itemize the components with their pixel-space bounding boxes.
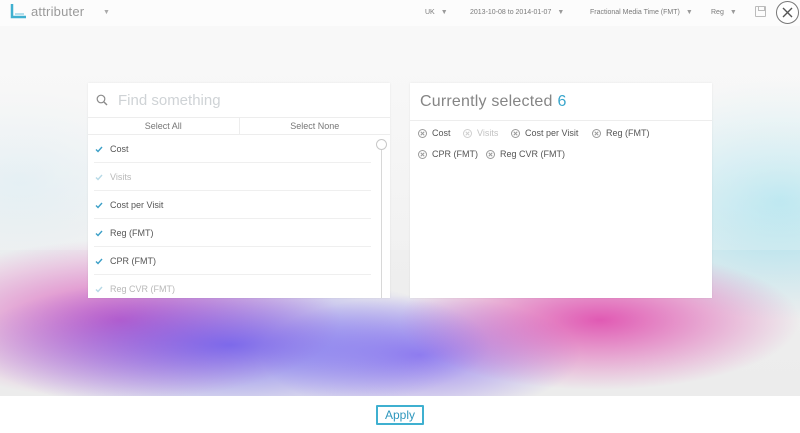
list-item[interactable]: Reg (FMT) (88, 219, 371, 247)
attributer-logo-icon (10, 4, 26, 19)
remove-icon[interactable] (418, 128, 427, 138)
chevron-down-icon: ▼ (557, 9, 565, 16)
list-item[interactable]: Cost (88, 135, 371, 163)
save-icon[interactable] (755, 6, 766, 17)
date-range-dropdown[interactable]: 2013-10-08 to 2014-01-07 ▼ (470, 9, 564, 16)
chevron-down-icon: ▼ (729, 9, 737, 16)
logo: attributer (10, 3, 84, 19)
model-value: Fractional Media Time (FMT) (590, 9, 680, 16)
panel-title: Currently selected 6 (410, 83, 712, 121)
footer: Apply (0, 396, 800, 433)
scrollbar-handle[interactable] (376, 139, 387, 150)
apply-button[interactable]: Apply (376, 405, 424, 425)
list-item[interactable]: Cost per Visit (88, 191, 371, 219)
checkmark-icon[interactable] (95, 202, 103, 209)
select-all-button[interactable]: Select All (88, 118, 240, 134)
selected-chip: CPR (FMT) (418, 149, 478, 159)
list-item-label: CPR (FMT) (110, 256, 156, 266)
list-item-label: Cost (110, 144, 129, 154)
remove-icon[interactable] (511, 128, 520, 138)
list-item[interactable]: CPR (FMT) (88, 247, 371, 275)
list-item-label: Cost per Visit (110, 200, 164, 210)
remove-icon[interactable] (592, 128, 601, 138)
chip-label: Cost (432, 128, 451, 138)
checkmark-icon[interactable] (95, 286, 103, 293)
select-none-button[interactable]: Select None (240, 118, 391, 134)
logo-text: attributer (31, 3, 85, 19)
checkmark-icon[interactable] (95, 146, 103, 153)
region-dropdown[interactable]: UK ▼ (425, 9, 448, 16)
date-range-value: 2013-10-08 to 2014-01-07 (470, 9, 552, 16)
chevron-down-icon: ▼ (440, 9, 448, 16)
region-value: UK (425, 9, 435, 16)
chevron-down-icon: ▼ (685, 9, 693, 16)
metric-picker-panel: Select All Select None Cost Visits Cost … (88, 83, 390, 298)
checkmark-icon[interactable] (95, 174, 103, 181)
select-controls: Select All Select None (88, 118, 390, 135)
search-row (88, 83, 390, 118)
selected-chip: Reg (FMT) (592, 128, 650, 138)
list-item-label: Reg (FMT) (110, 228, 154, 238)
metric-dropdown[interactable]: Reg ▼ (711, 9, 737, 16)
model-dropdown[interactable]: Fractional Media Time (FMT) ▼ (590, 9, 693, 16)
chip-label: Reg CVR (FMT) (500, 149, 565, 159)
checkmark-icon[interactable] (95, 230, 103, 237)
chip-label: Cost per Visit (525, 128, 579, 138)
close-button[interactable] (776, 1, 799, 24)
remove-icon[interactable] (486, 149, 495, 159)
chip-label: Visits (477, 128, 499, 138)
metric-list: Cost Visits Cost per Visit Reg (FMT) CPR… (88, 135, 390, 298)
close-icon (782, 7, 793, 18)
remove-icon[interactable] (418, 149, 427, 159)
list-item-label: Reg CVR (FMT) (110, 284, 175, 294)
selected-chip: Cost per Visit (511, 128, 578, 138)
list-item-label: Visits (110, 172, 132, 182)
top-bar: attributer ▼ UK ▼ 2013-10-08 to 2014-01-0… (0, 0, 800, 26)
selected-metrics-panel: Currently selected 6 Cost Visits Cost pe… (410, 83, 712, 298)
metric-value: Reg (711, 9, 724, 16)
selected-chip: Cost (418, 128, 451, 138)
scrollbar-track[interactable] (381, 141, 382, 298)
chip-label: CPR (FMT) (432, 149, 478, 159)
selected-chip: Visits (463, 128, 498, 138)
selected-chip: Reg CVR (FMT) (486, 149, 565, 159)
search-icon (96, 94, 108, 106)
selected-count: 6 (557, 92, 567, 110)
list-item[interactable]: Visits (88, 163, 371, 191)
checkmark-icon[interactable] (95, 258, 103, 265)
app-menu-caret-icon[interactable]: ▼ (103, 9, 110, 16)
remove-icon[interactable] (463, 128, 472, 138)
search-input[interactable] (118, 91, 368, 109)
list-item[interactable]: Reg CVR (FMT) (88, 275, 371, 298)
chip-label: Reg (FMT) (606, 128, 650, 138)
selected-title: Currently selected (420, 92, 553, 110)
